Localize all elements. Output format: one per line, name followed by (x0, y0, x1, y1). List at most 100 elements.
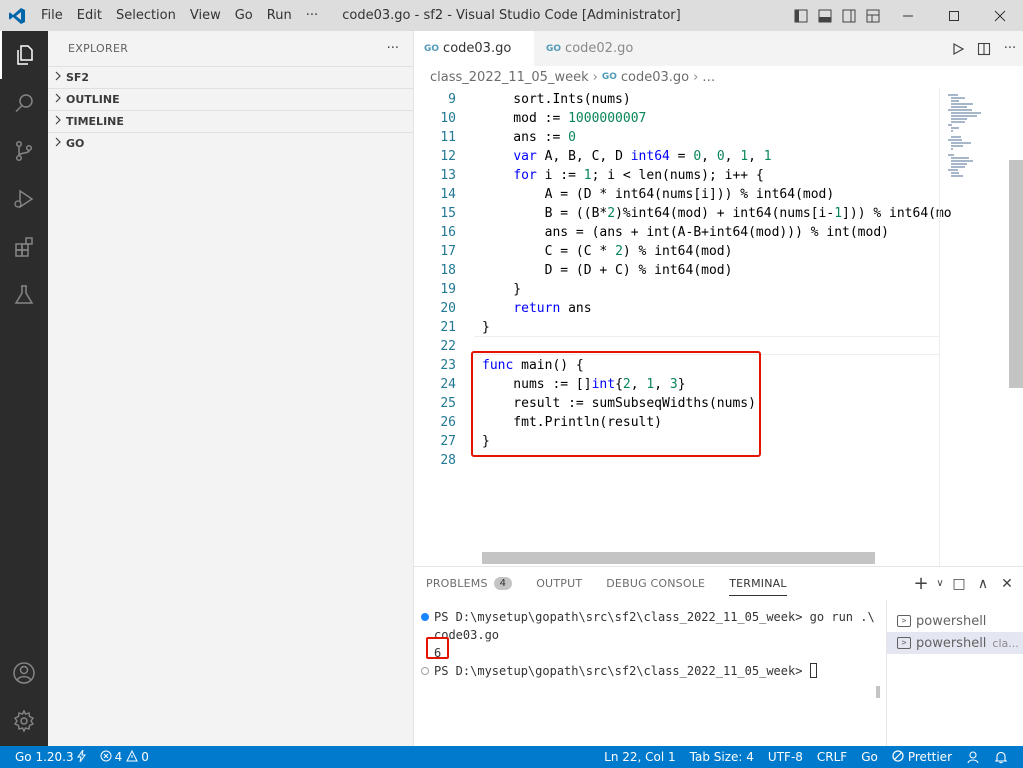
split-editor-icon[interactable] (971, 31, 997, 66)
code-line[interactable]: 9 sort.Ints(nums) (414, 90, 939, 109)
tab-output[interactable]: OUTPUT (536, 567, 582, 600)
customize-layout-icon[interactable] (861, 0, 885, 31)
tab-label: code03.go (443, 41, 512, 56)
chevron-up-icon[interactable]: ∧ (971, 567, 995, 600)
code-line[interactable]: 14 A = (D * int64(nums[i])) % int64(mod) (414, 185, 939, 204)
tab-problems[interactable]: PROBLEMS 4 (426, 567, 513, 600)
tab-code03[interactable]: GO code03.go (414, 31, 534, 66)
close-panel-icon[interactable]: ✕ (995, 567, 1019, 600)
vscode-logo-icon[interactable] (0, 0, 34, 31)
tab-output-label: OUTPUT (536, 577, 583, 590)
breadcrumb-file[interactable]: code03.go (621, 70, 689, 85)
tab-problems-label: PROBLEMS (426, 577, 488, 590)
code-editor[interactable]: 9 sort.Ints(nums) 10 mod := 1000000007 11 … (414, 88, 1023, 566)
breadcrumb-folder[interactable]: class_2022_11_05_week (430, 70, 589, 85)
code-line[interactable]: 11 ans := 0 (414, 128, 939, 147)
code-text: } (482, 318, 490, 337)
toggle-panel-icon[interactable] (813, 0, 837, 31)
terminal-list-item[interactable]: > powershell cla... (887, 632, 1023, 654)
terminal-list: > powershell > powershell cla... (886, 600, 1023, 747)
close-icon[interactable] (977, 0, 1023, 31)
explorer-icon[interactable] (0, 31, 48, 79)
menu-go[interactable]: Go (228, 0, 260, 31)
code-token: A, B, C, D (536, 149, 631, 164)
notifications-bell-icon[interactable] (994, 750, 1008, 764)
extensions-icon[interactable] (0, 223, 48, 271)
terminal[interactable]: PS D:\mysetup\gopath\src\sf2\class_2022_… (414, 600, 886, 747)
activity-bar (0, 31, 48, 746)
terminal-icon: > (897, 615, 911, 627)
testing-icon[interactable] (0, 271, 48, 319)
tab-terminal[interactable]: TERMINAL (729, 567, 787, 600)
menu-edit[interactable]: Edit (70, 0, 109, 31)
run-file-icon[interactable] (945, 31, 971, 66)
tab-code02[interactable]: GO code02.go (536, 31, 656, 66)
sidebar-section-label: GO (66, 137, 85, 150)
minimize-icon[interactable] (885, 0, 931, 31)
editor-horizontal-scrollbar[interactable] (482, 552, 875, 564)
code-line[interactable]: 20 return ans (414, 299, 939, 318)
explorer-more-actions-icon[interactable]: ··· (387, 41, 399, 56)
status-cursor-position[interactable]: Ln 22, Col 1 (604, 750, 676, 764)
status-eol[interactable]: CRLF (817, 750, 847, 764)
terminal-scrollbar[interactable] (876, 686, 880, 698)
editor-vertical-scrollbar[interactable] (1009, 88, 1023, 566)
run-debug-icon[interactable] (0, 175, 48, 223)
settings-gear-icon[interactable] (0, 697, 48, 745)
sidebar-section-sf2[interactable]: SF2 (48, 66, 413, 88)
code-line[interactable]: 12 var A, B, C, D int64 = 0, 0, 1, 1 (414, 147, 939, 166)
status-prettier[interactable]: Prettier (892, 749, 952, 765)
menu-run[interactable]: Run (260, 0, 299, 31)
code-line[interactable]: 18 D = (D + C) % int64(mod) (414, 261, 939, 280)
status-tab-size[interactable]: Tab Size: 4 (690, 750, 754, 764)
toggle-secondary-sidebar-icon[interactable] (837, 0, 861, 31)
sidebar-section-outline[interactable]: OUTLINE (48, 88, 413, 110)
code-token: ans (560, 301, 592, 316)
minimap-line (951, 160, 973, 162)
source-control-icon[interactable] (0, 127, 48, 175)
line-number: 23 (440, 358, 456, 373)
tab-debug-console-label: DEBUG CONSOLE (606, 577, 706, 590)
status-encoding[interactable]: UTF-8 (768, 750, 803, 764)
more-actions-icon[interactable]: ··· (997, 31, 1023, 66)
menu-file[interactable]: File (34, 0, 70, 31)
code-line[interactable]: 16 ans = (ans + int(A-B+int64(mod))) % i… (414, 223, 939, 242)
error-icon (100, 750, 112, 765)
go-file-icon: GO (546, 43, 562, 54)
status-go-version[interactable]: Go 1.20.3 (15, 749, 86, 765)
line-number: 14 (440, 187, 456, 202)
code-line[interactable]: 10 mod := 1000000007 (414, 109, 939, 128)
menu-more[interactable]: ··· (299, 0, 325, 31)
minimap-line (951, 100, 959, 102)
status-problems[interactable]: 4 0 (100, 749, 149, 765)
code-line[interactable]: 13 for i := 1; i < len(nums); i++ { (414, 166, 939, 185)
tab-debug-console[interactable]: DEBUG CONSOLE (606, 567, 705, 600)
sidebar-section-timeline[interactable]: TIMELINE (48, 110, 413, 132)
sidebar-section-go[interactable]: GO (48, 132, 413, 154)
terminal-list-item[interactable]: > powershell (887, 610, 1023, 632)
breadcrumb-more[interactable]: … (702, 70, 715, 85)
code-line[interactable]: 17 C = (C * 2) % int64(mod) (414, 242, 939, 261)
code-line[interactable]: 21} (414, 318, 939, 337)
minimap-line (951, 166, 965, 168)
scrollbar-thumb[interactable] (1009, 160, 1023, 388)
minimap-line (951, 115, 977, 117)
code-line[interactable]: 15 B = ((B*2)%int64(mod) + int64(nums[i-… (414, 204, 951, 223)
maximize-panel-icon[interactable]: □ (947, 567, 971, 600)
status-language[interactable]: Go (861, 750, 878, 764)
code-token: , (748, 149, 764, 164)
code-token: 1 (583, 168, 592, 183)
maximize-icon[interactable] (931, 0, 977, 31)
code-line[interactable]: 19 } (414, 280, 939, 299)
minimap[interactable] (939, 88, 1009, 566)
search-icon[interactable] (0, 79, 48, 127)
toggle-sidebar-icon[interactable] (789, 0, 813, 31)
new-terminal-icon[interactable]: + (909, 567, 933, 600)
feedback-icon[interactable] (966, 750, 980, 764)
menu-view[interactable]: View (183, 0, 228, 31)
menu-selection[interactable]: Selection (109, 0, 183, 31)
account-icon[interactable] (0, 649, 48, 697)
minimap-line (951, 130, 953, 132)
code-text: mod := 1000000007 (482, 109, 646, 128)
chevron-down-icon[interactable]: ∨ (933, 567, 947, 600)
